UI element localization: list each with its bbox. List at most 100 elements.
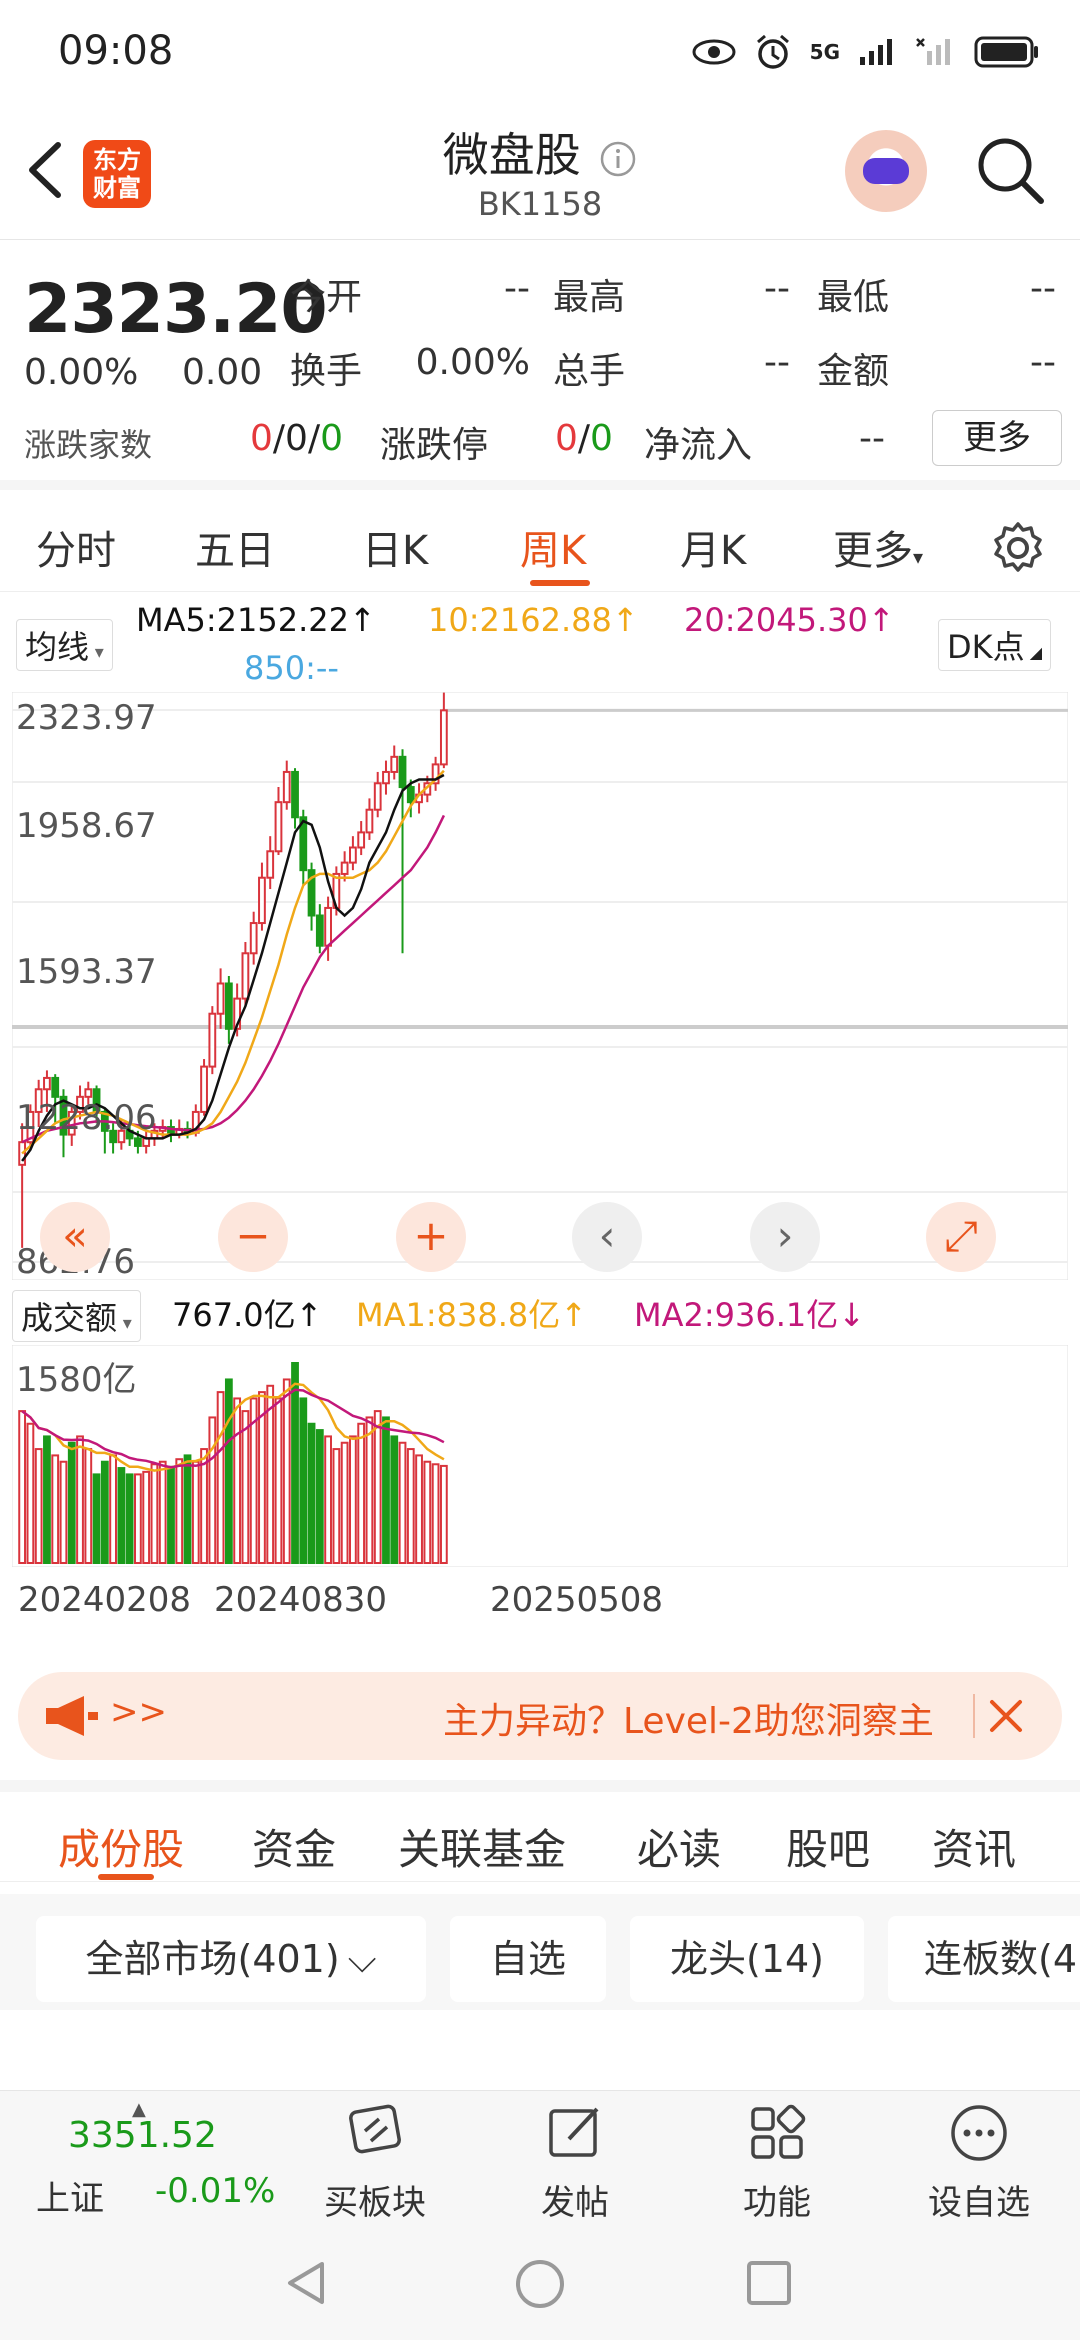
ma-selector-label: 均线 [25, 628, 90, 666]
status-time: 09:08 [58, 28, 174, 74]
candle-body [365, 808, 374, 834]
candle-body [200, 1065, 208, 1113]
low-value: -- [1030, 268, 1056, 309]
info-icon[interactable] [599, 140, 637, 178]
ma5-value: MA5:2152.22↑ [136, 601, 376, 639]
y-tick-label: 1958.67 [16, 806, 157, 846]
tab-weekly-k[interactable]: 周K [520, 518, 586, 576]
volume-bar [282, 1378, 291, 1564]
tab-must-read[interactable]: 必读 [637, 1816, 721, 1877]
filter-watchlist[interactable]: 自选 [450, 1916, 606, 2002]
up-count: 0 [250, 418, 273, 459]
level2-promo-banner[interactable]: >> 主力异动？Level-2助您洞察主 [18, 1672, 1062, 1760]
dropdown-caret-icon: ▾ [117, 1313, 132, 1334]
volume-bar [183, 1454, 192, 1564]
system-recents-icon[interactable] [746, 2260, 792, 2306]
ma-selector[interactable]: 均线 ▾ [16, 619, 113, 671]
nav-add-watchlist[interactable]: 设自选 [914, 2101, 1044, 2224]
volume-y-tick: 1580亿 [16, 1360, 137, 1400]
filter-all-markets[interactable]: 全部市场(401) ⌵ [36, 1916, 426, 2002]
volume-bar [175, 1458, 184, 1564]
volume-bar [233, 1397, 242, 1564]
megaphone-icon [46, 1696, 98, 1736]
tab-five-day[interactable]: 五日 [195, 518, 275, 576]
limit-value: 0/0 [555, 418, 613, 459]
volume-bar [390, 1435, 399, 1564]
candle-body [340, 861, 349, 875]
index-name[interactable]: 上证 [36, 2171, 104, 2220]
app-header: 东方 财富 微盘股 BK1158 [0, 105, 1080, 240]
up-down-count-value: 0/0/0 [250, 418, 343, 459]
system-home-icon[interactable] [514, 2258, 566, 2310]
nav-post[interactable]: 发帖 [510, 2101, 640, 2224]
volume-bar [125, 1473, 134, 1565]
tab-forum[interactable]: 股吧 [786, 1816, 870, 1877]
logo-text-bottom: 财富 [93, 174, 141, 202]
filter-consecutive-limit[interactable]: 连板数(4 [888, 1916, 1080, 2002]
signal-weak-icon [916, 38, 950, 65]
fullscreen-button[interactable]: ⤢ [926, 1202, 996, 1272]
pan-right-button[interactable]: › [750, 1202, 820, 1272]
nav-buy-sector[interactable]: 买板块 [310, 2101, 440, 2224]
volume-bar [43, 1435, 51, 1564]
logo-text-top: 东方 [93, 146, 141, 174]
bottom-nav: ▲ 3351.52 上证 -0.01% 买板块 发帖 功能 设自选 [0, 2090, 1080, 2224]
filter-leaders[interactable]: 龙头(14) [630, 1916, 864, 2002]
ma850-value: 850:-- [244, 649, 339, 687]
total-hands-value: -- [764, 342, 790, 383]
open-value: -- [504, 268, 530, 309]
more-dots-icon [951, 2105, 1007, 2161]
volume-bar [34, 1448, 43, 1564]
edit-post-icon [549, 2107, 599, 2157]
pan-left-button[interactable]: ‹ [572, 1202, 642, 1272]
net-inflow-label: 净流入 [644, 425, 753, 466]
tab-related-funds[interactable]: 关联基金 [398, 1816, 566, 1877]
down-count: 0 [320, 418, 343, 459]
search-icon[interactable] [975, 135, 1045, 205]
nav-functions[interactable]: 功能 [712, 2101, 842, 2224]
candle-body [84, 1088, 93, 1098]
dk-point-button[interactable]: DK点 ◢ [938, 619, 1052, 671]
app-logo[interactable]: 东方 财富 [83, 140, 151, 208]
nav-buy-sector-label: 买板块 [324, 2183, 426, 2223]
volume-bar [340, 1441, 349, 1564]
tab-funds[interactable]: 资金 [252, 1816, 336, 1877]
volume-bar [274, 1397, 283, 1564]
volume-bar [158, 1460, 167, 1564]
candle-body [357, 831, 366, 849]
tab-more[interactable]: 更多▾ [833, 518, 923, 576]
volume-bar [365, 1416, 374, 1565]
assistant-robot-icon[interactable] [845, 130, 927, 212]
volume-bar [216, 1391, 225, 1564]
volume-bar [266, 1384, 275, 1565]
open-label: 今开 [290, 277, 363, 318]
system-back-icon[interactable] [282, 2258, 332, 2308]
scroll-to-start-button[interactable]: « [40, 1202, 110, 1272]
high-label: 最高 [553, 277, 626, 318]
more-quote-button[interactable]: 更多 [932, 410, 1062, 466]
index-value[interactable]: 3351.52 [68, 2115, 217, 2156]
candlestick-chart[interactable] [12, 692, 1068, 1280]
volume-bar [84, 1448, 93, 1564]
volume-selector[interactable]: 成交额 ▾ [12, 1290, 141, 1342]
volume-bar [439, 1464, 448, 1564]
volume-bar [18, 1410, 27, 1564]
index-change[interactable]: -0.01% [155, 2171, 275, 2211]
x-tick-label: 20240208 [18, 1580, 192, 1620]
close-icon[interactable] [988, 1698, 1024, 1734]
tab-intraday[interactable]: 分时 [36, 518, 116, 576]
tab-constituents[interactable]: 成份股 [58, 1816, 184, 1877]
amount-label: 金额 [817, 351, 890, 392]
back-arrow-icon[interactable] [18, 135, 78, 205]
tab-news[interactable]: 资讯 [932, 1816, 1016, 1877]
zoom-out-button[interactable]: − [218, 1202, 288, 1272]
tab-monthly-k[interactable]: 月K [680, 518, 746, 576]
eye-icon [692, 39, 736, 65]
settings-gear-icon[interactable] [990, 520, 1046, 576]
volume-bar [241, 1410, 250, 1564]
volume-chart[interactable] [12, 1345, 1068, 1567]
tab-daily-k[interactable]: 日K [362, 518, 428, 576]
status-bar: 09:08 5G [0, 0, 1080, 105]
banner-arrows: >> [110, 1692, 167, 1732]
zoom-in-button[interactable]: + [396, 1202, 466, 1272]
